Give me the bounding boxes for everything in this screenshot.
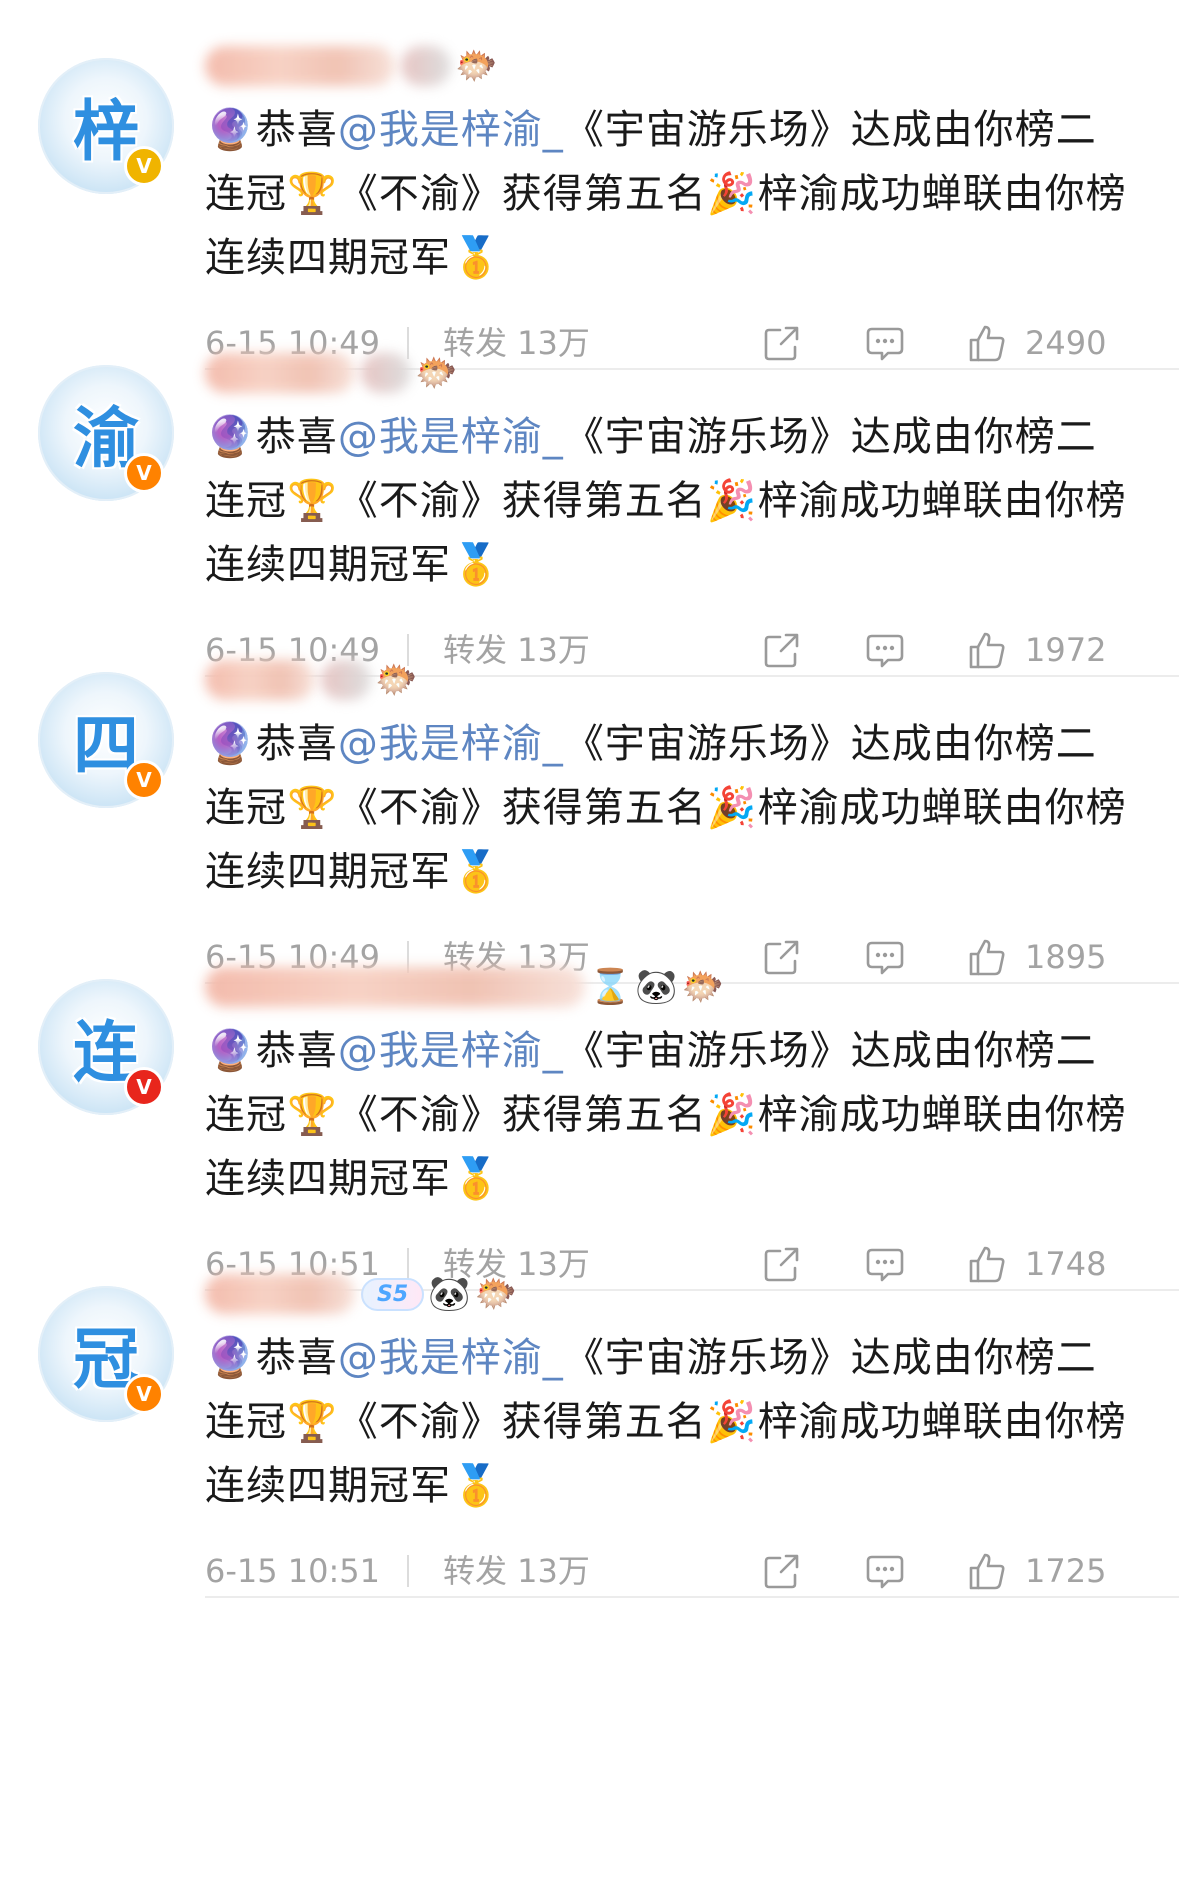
verified-badge-icon: V <box>124 1374 164 1414</box>
pufferfish-icon: 🐡 <box>455 46 498 86</box>
username-blurred-icons <box>401 46 451 86</box>
verified-badge-icon: V <box>124 146 164 186</box>
mention-link[interactable]: @我是梓渝_ <box>338 1028 564 1074</box>
mention-link[interactable]: @我是梓渝_ <box>338 1335 564 1381</box>
username-blurred[interactable] <box>205 46 395 86</box>
username-blurred[interactable] <box>205 967 585 1007</box>
comment-icon[interactable] <box>863 1549 907 1593</box>
panda-icon: 🐼 <box>428 1274 471 1314</box>
username-row[interactable]: ⌛ 🐼 🐡 <box>205 961 724 1013</box>
username-row[interactable]: 🐡 <box>205 40 497 92</box>
comment-feed: 梓 V 🐡 🔮恭喜@我是梓渝_《宇宙游乐场》达成由你榜二连冠🏆《不渝》获得第五名… <box>0 0 1179 1883</box>
comment-prefix: 🔮恭喜 <box>205 107 338 153</box>
mention-link[interactable]: @我是梓渝_ <box>338 414 564 460</box>
comment-text: 🔮恭喜@我是梓渝_《宇宙游乐场》达成由你榜二连冠🏆《不渝》获得第五名🎉梓渝成功蝉… <box>205 712 1135 904</box>
verified-badge-icon: V <box>124 760 164 800</box>
comment-prefix: 🔮恭喜 <box>205 1028 338 1074</box>
share-icon[interactable] <box>760 1549 804 1593</box>
repost-count[interactable]: 转发 13万 <box>443 1546 590 1596</box>
meta-divider <box>407 1555 409 1587</box>
like-icon[interactable] <box>965 1549 1009 1593</box>
username-blurred-icons <box>361 353 411 393</box>
mention-link[interactable]: @我是梓渝_ <box>338 107 564 153</box>
timestamp: 6-15 10:51 <box>205 1552 381 1590</box>
mention-link[interactable]: @我是梓渝_ <box>338 721 564 767</box>
pufferfish-icon: 🐡 <box>681 967 725 1007</box>
comment-text: 🔮恭喜@我是梓渝_《宇宙游乐场》达成由你榜二连冠🏆《不渝》获得第五名🎉梓渝成功蝉… <box>205 405 1135 597</box>
username-blurred[interactable] <box>205 1274 355 1314</box>
like-count: 1725 <box>1025 1552 1107 1590</box>
username-row[interactable]: S5 🐼 🐡 <box>205 1268 517 1320</box>
verified-badge-icon: V <box>124 1067 164 1107</box>
item-divider <box>205 1596 1179 1598</box>
username-row[interactable]: 🐡 <box>205 654 417 706</box>
username-blurred[interactable] <box>205 660 315 700</box>
comment-text: 🔮恭喜@我是梓渝_《宇宙游乐场》达成由你榜二连冠🏆《不渝》获得第五名🎉梓渝成功蝉… <box>205 1019 1135 1211</box>
comment-meta: 6-15 10:51 转发 13万 1725 <box>205 1546 1135 1596</box>
comment-item: 冠 V S5 🐼 🐡 🔮恭喜@我是梓渝_《宇宙游乐场》达成由你榜二连冠🏆《不渝》… <box>0 1228 1179 1598</box>
username-blurred[interactable] <box>205 353 355 393</box>
pufferfish-icon: 🐡 <box>375 660 418 700</box>
pufferfish-icon: 🐡 <box>415 353 458 393</box>
username-blurred-icons <box>321 660 371 700</box>
verified-badge-icon: V <box>124 453 164 493</box>
comment-text: 🔮恭喜@我是梓渝_《宇宙游乐场》达成由你榜二连冠🏆《不渝》获得第五名🎉梓渝成功蝉… <box>205 1326 1135 1518</box>
s5-badge: S5 <box>361 1277 425 1311</box>
username-row[interactable]: 🐡 <box>205 347 457 399</box>
comment-prefix: 🔮恭喜 <box>205 721 338 767</box>
comment-prefix: 🔮恭喜 <box>205 414 338 460</box>
comment-prefix: 🔮恭喜 <box>205 1335 338 1381</box>
panda-icon: 🐼 <box>635 967 678 1007</box>
pufferfish-icon: 🐡 <box>474 1274 517 1314</box>
comment-text: 🔮恭喜@我是梓渝_《宇宙游乐场》达成由你榜二连冠🏆《不渝》获得第五名🎉梓渝成功蝉… <box>205 98 1135 290</box>
hourglass-icon: ⌛ <box>589 967 632 1007</box>
